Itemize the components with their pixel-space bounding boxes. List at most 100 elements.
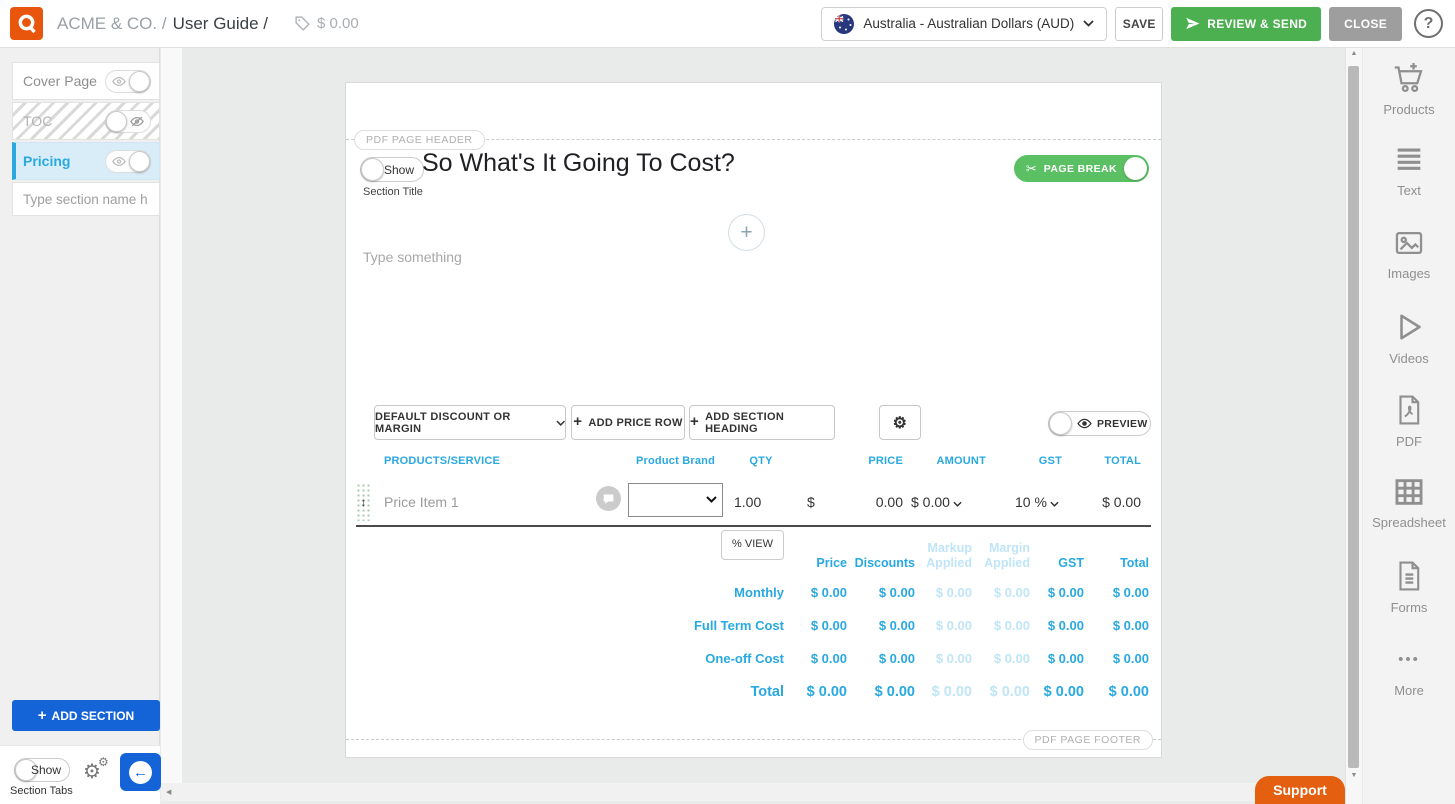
sum-row-label: Total [676,675,784,708]
add-price-row-button[interactable]: + ADD PRICE ROW [571,405,685,440]
body-text-placeholder[interactable]: Type something [363,249,462,265]
sidebar-item-pricing[interactable]: Pricing [12,142,160,180]
sidebar-item-pdf[interactable]: PDF [1363,392,1455,475]
topbar: ACME & CO. / User Guide / $ 0.00 Austral… [0,0,1455,48]
sum-col-total: Total [1084,528,1149,576]
toggle-knob [1049,412,1072,435]
pricing-summary: % VIEW Price Discounts Markup Applied Ma… [676,528,1149,708]
sum-col-margin-applied: Margin Applied [972,528,1030,576]
currency-selector[interactable]: Australia - Australian Dollars (AUD) [821,7,1107,41]
australia-flag-icon [834,14,854,34]
sidebar-item-products[interactable]: Products [1363,60,1455,143]
eye-icon [112,76,126,87]
sidebar-item-more[interactable]: ••• More [1363,641,1455,724]
col-products-service: PRODUCTS/SERVICE [384,455,500,467]
chevron-down-icon [1083,20,1094,27]
show-toggle-label: Show [31,763,61,777]
sum-value: $ 0.00 [972,642,1030,675]
grid-icon [1391,475,1427,509]
comment-bubble-button[interactable] [596,486,621,511]
section-title-show-toggle[interactable]: Show [360,157,424,182]
add-content-block-button[interactable]: + [728,214,765,251]
app-logo-icon[interactable] [10,7,43,40]
help-button[interactable]: ? [1414,9,1443,38]
sum-value: $ 0.00 [915,609,972,642]
new-section-name-input[interactable] [12,182,160,216]
col-total: TOTAL [1066,455,1141,467]
image-icon [1391,226,1427,260]
chevron-down-icon [706,496,717,503]
topbar-actions: Australia - Australian Dollars (AUD) SAV… [821,7,1443,41]
save-button[interactable]: SAVE [1115,7,1163,41]
review-and-send-button[interactable]: REVIEW & SEND [1171,7,1321,41]
default-discount-margin-button[interactable]: DEFAULT DISCOUNT OR MARGIN [374,405,566,440]
add-section-button[interactable]: + ADD SECTION [12,700,160,731]
price-value[interactable]: 0.00 [826,494,903,510]
sum-col-price: Price [784,528,847,576]
sum-value: $ 0.00 [847,675,915,708]
row-total-value: $ 0.00 [1066,494,1141,510]
sections-sidebar: Cover Page TOC Pricing + ADD SECTION [0,48,160,745]
sidebar-item-videos[interactable]: Videos [1363,309,1455,392]
sidebar-item-text[interactable]: Text [1363,143,1455,226]
visibility-toggle[interactable] [105,70,151,93]
text-lines-icon [1392,143,1426,177]
qty-value[interactable]: 1.00 [734,494,761,510]
sum-value: $ 0.00 [784,675,847,708]
scroll-down-arrow[interactable]: ▼ [1346,772,1362,779]
amount-dropdown[interactable]: $ 0.00 [911,494,962,510]
visibility-toggle[interactable] [105,150,151,173]
canvas-gutter [161,48,182,783]
horizontal-scrollbar[interactable]: ◀ [161,783,1345,801]
section-tabs-show-toggle[interactable]: Show [14,758,70,782]
price-item-name[interactable]: Price Item 1 [384,494,459,510]
scroll-left-arrow[interactable]: ◀ [166,788,171,796]
gear-icon: ⚙ [893,413,908,433]
section-tabs-label: Section Tabs [10,785,73,797]
paper-plane-icon [1185,16,1200,31]
scissors-icon: ✂ [1026,161,1037,177]
breadcrumb-document-title[interactable]: User Guide / [173,14,268,34]
plus-icon: + [690,413,699,430]
page-break-toggle[interactable]: ✂ PAGE BREAK [1014,155,1149,182]
collapse-sidebar-button[interactable]: ← [120,753,161,791]
breadcrumb-brand[interactable]: ACME & CO. / [57,14,167,34]
add-section-heading-button[interactable]: + ADD SECTION HEADING [689,405,835,440]
percent-view-button[interactable]: % VIEW [721,530,784,560]
toggle-knob [129,71,150,92]
product-brand-select[interactable] [628,483,723,517]
scroll-up-arrow[interactable]: ▲ [1346,50,1362,57]
row-drag-handle[interactable]: ↕ [356,483,371,521]
chevron-down-icon [953,501,962,507]
sidebar-item-cover-page[interactable]: Cover Page [12,62,160,100]
sidebar-item-toc[interactable]: TOC [12,102,160,140]
price-table-settings-button[interactable]: ⚙ [879,405,921,440]
section-title-text[interactable]: So What's It Going To Cost? [422,149,735,178]
sidebar-item-forms[interactable]: Forms [1363,558,1455,641]
sum-row-label: Full Term Cost [676,609,784,642]
col-price: PRICE [826,455,903,467]
sidebar-item-images[interactable]: Images [1363,226,1455,309]
gst-dropdown[interactable]: 10 % [1015,494,1059,510]
sum-value: $ 0.00 [784,576,847,609]
vertical-scrollbar[interactable]: ▲ ▼ [1345,48,1362,804]
sum-value: $ 0.00 [847,609,915,642]
row-divider [356,525,1151,527]
visibility-toggle[interactable] [105,110,151,133]
vertical-scrollbar-thumb[interactable] [1348,66,1359,768]
close-button[interactable]: CLOSE [1329,7,1402,41]
sum-value: $ 0.00 [915,576,972,609]
settings-gears-button[interactable]: ⚙ ⚙ [83,759,113,789]
preview-toggle[interactable]: PREVIEW [1048,411,1151,436]
sum-value: $ 0.00 [847,576,915,609]
sum-row-label: One-off Cost [676,642,784,675]
eye-icon [112,156,126,167]
sum-value: $ 0.00 [1030,576,1084,609]
eye-icon [1077,418,1092,429]
support-button[interactable]: Support [1255,776,1345,804]
chevron-down-icon [556,420,565,426]
plus-icon: + [740,221,752,245]
sum-value: $ 0.00 [1084,609,1149,642]
sidebar-item-spreadsheet[interactable]: Spreadsheet [1363,475,1455,558]
section-label: TOC [23,113,105,129]
